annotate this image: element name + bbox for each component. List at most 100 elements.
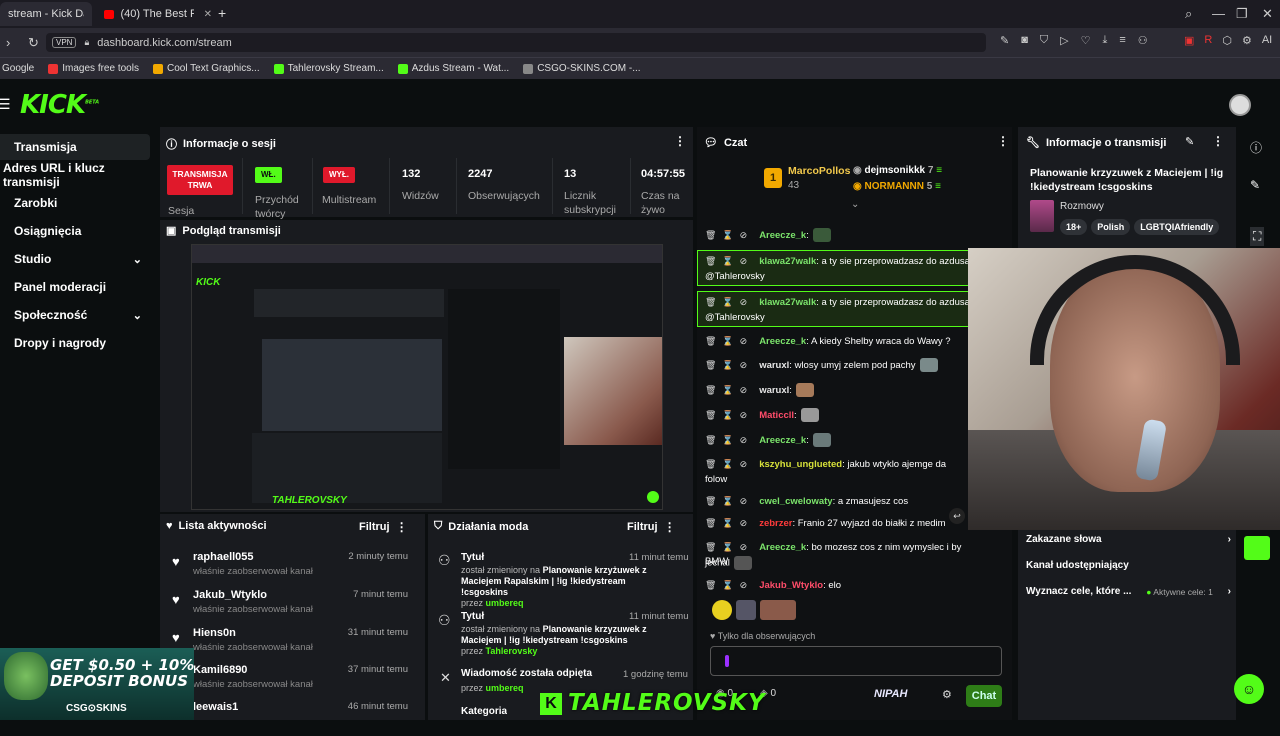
tab-youtube[interactable]: (40) The Best Party M... ✕ <box>96 2 220 26</box>
user-avatar[interactable] <box>1229 94 1251 116</box>
chat-username[interactable]: Jakub_Wtyklo <box>759 580 823 591</box>
bookmark[interactable]: Google <box>2 63 34 74</box>
mod-tools-icon[interactable]: 🗑︎⌛⊘ <box>705 360 753 370</box>
mod-tools-icon[interactable]: 🗑︎⌛⊘ <box>705 496 753 506</box>
sidebar-item-studio[interactable]: Studio ⌄ <box>0 246 150 272</box>
expand-icon[interactable]: ⛶ <box>1250 227 1265 246</box>
sidebar-item-earnings[interactable]: Zarobki <box>0 190 150 216</box>
gifter-3[interactable]: ◉ NORMANNN 5 ≡ <box>853 181 941 192</box>
bookmark[interactable]: Cool Text Graphics... <box>152 63 260 74</box>
chat-send-button[interactable]: Chat <box>966 685 1002 707</box>
more-options-icon[interactable]: ⋮ <box>664 520 676 534</box>
chat-username[interactable]: waruxl <box>759 385 789 396</box>
mod-tools-icon[interactable]: 🗑︎⌛⊘ <box>705 459 753 469</box>
mod-action-user[interactable]: Tahlerovsky <box>486 646 538 656</box>
mod-tools-icon[interactable]: 🗑︎⌛⊘ <box>705 230 753 240</box>
chat-username[interactable]: Maticcll <box>759 410 794 421</box>
emote-picker-label[interactable]: NIPAH <box>874 688 907 700</box>
heart-icon[interactable]: ♡ <box>1081 34 1091 47</box>
activity-user[interactable]: raphaell055 <box>193 551 254 563</box>
close-window-icon[interactable]: ✕ <box>1262 4 1273 23</box>
mod-tools-icon[interactable]: 🗑︎⌛⊘ <box>705 580 753 590</box>
profile-icon[interactable]: ⚇ <box>1138 34 1148 47</box>
mod-tools-icon[interactable]: 🗑︎⌛⊘ <box>705 518 753 528</box>
sidebar-item-achievements[interactable]: Osiągnięcia <box>0 218 150 244</box>
new-tab-icon[interactable]: + <box>218 5 226 21</box>
info-icon[interactable]: ⓘ <box>1250 139 1262 156</box>
edit-icon[interactable]: ✎ <box>1185 135 1194 148</box>
extension-icon[interactable]: ⚙ <box>1242 34 1252 47</box>
stream-preview-video[interactable]: KICK TAHLEROVSKY <box>191 244 663 510</box>
bookmark[interactable]: CSGO-SKINS.COM -... <box>523 63 641 74</box>
play-icon[interactable]: ▷ <box>1060 34 1068 47</box>
hamburger-menu-icon[interactable]: ☰ <box>0 96 11 113</box>
chat-username[interactable]: klawa27walk <box>759 256 816 267</box>
mod-tools-icon[interactable]: 🗑︎⌛⊘ <box>705 385 753 395</box>
activity-user[interactable]: Kamil6890 <box>193 664 247 676</box>
help-chat-icon[interactable]: ☺ <box>1234 674 1264 704</box>
chat-username[interactable]: cwel_cwelowaty <box>759 496 832 507</box>
activity-user[interactable]: Jakub_Wtyklo <box>193 589 267 601</box>
kick-logo[interactable]: KICKBETA <box>20 90 99 120</box>
more-options-icon[interactable]: ⋮ <box>396 520 408 534</box>
more-options-icon[interactable]: ⋮ <box>997 134 1009 148</box>
forward-icon[interactable]: › <box>6 33 10 52</box>
category-thumbnail[interactable] <box>1030 200 1054 232</box>
category-name[interactable]: Rozmowy <box>1060 201 1104 212</box>
reply-icon[interactable]: ↩ <box>949 508 965 524</box>
sidebar-item-stream-key[interactable]: Adres URL i klucz transmisji <box>0 161 158 189</box>
mod-tools-icon[interactable]: 🗑︎⌛⊘ <box>705 410 753 420</box>
chat-username[interactable]: klawa27walk <box>759 297 816 308</box>
gifter-2[interactable]: ◉ dejmsonikkk 7 ≡ <box>853 165 942 176</box>
mod-tools-icon[interactable]: 🗑︎⌛⊘ <box>705 256 753 266</box>
chat-username[interactable]: Areecze_k <box>759 336 806 347</box>
chat-username[interactable]: Areecze_k <box>759 230 806 241</box>
chat-username[interactable]: Areecze_k <box>759 435 806 446</box>
shared-channel-row[interactable]: Kanał udostępniający <box>1026 560 1231 571</box>
extension-icon[interactable]: ⬡ <box>1222 34 1232 47</box>
more-options-icon[interactable]: ⋮ <box>674 134 686 148</box>
banned-words-row[interactable]: Zakazane słowa › <box>1026 534 1231 545</box>
maximize-icon[interactable]: ❐ <box>1236 4 1248 23</box>
chat-username[interactable]: Areecze_k <box>759 542 806 553</box>
sidebar-item-moderation[interactable]: Panel moderacji <box>0 274 150 300</box>
edit-icon[interactable]: ✎ <box>1250 178 1260 192</box>
goals-row[interactable]: Wyznacz cele, które ... ● Aktywne cele: 1… <box>1026 586 1231 597</box>
mod-action-user[interactable]: umbereq <box>486 683 524 693</box>
mod-tools-icon[interactable]: 🗑︎⌛⊘ <box>705 297 753 307</box>
chat-username[interactable]: kszyhu_unglueted <box>759 459 842 470</box>
address-bar[interactable]: VPN 🔒︎ dashboard.kick.com/stream <box>46 33 986 52</box>
tag[interactable]: Polish <box>1091 219 1131 235</box>
extension-icon[interactable]: ▣ <box>1184 34 1194 47</box>
download-icon[interactable]: ⤓ <box>1102 34 1107 47</box>
vpn-badge[interactable]: VPN <box>52 37 77 48</box>
bookmark[interactable]: Images free tools <box>48 63 139 74</box>
chat-username[interactable]: waruxl <box>759 360 789 371</box>
mod-action-user[interactable]: umbereq <box>486 598 524 608</box>
mod-tools-icon[interactable]: 🗑︎⌛⊘ <box>705 542 753 552</box>
reload-icon[interactable]: ↻ <box>28 33 39 52</box>
tag[interactable]: 18+ <box>1060 219 1088 235</box>
top-gifter-name[interactable]: MarcoPollos <box>788 165 850 177</box>
tag[interactable]: LGBTQIAfriendly <box>1134 219 1220 235</box>
menu-icon[interactable]: ≡ <box>1119 34 1125 47</box>
extension-rail-icon[interactable] <box>1244 536 1270 560</box>
mod-filter-button[interactable]: Filtruj ⋮ <box>627 520 676 534</box>
camera-icon[interactable]: ◙ <box>1021 34 1028 47</box>
more-options-icon[interactable]: ⋮ <box>1212 134 1224 148</box>
activity-filter-button[interactable]: Filtruj ⋮ <box>359 520 408 534</box>
edit-icon[interactable]: ✎ <box>1000 34 1009 47</box>
ai-icon[interactable]: AI <box>1262 34 1272 47</box>
mod-tools-icon[interactable]: 🗑︎⌛⊘ <box>705 435 753 445</box>
activity-user[interactable]: Hiens0n <box>193 627 236 639</box>
bookmark[interactable]: Azdus Stream - Wat... <box>397 63 509 74</box>
gear-icon[interactable]: ⚙ <box>942 688 952 701</box>
shield-icon[interactable]: ⛉ <box>1040 34 1048 47</box>
collapse-icon[interactable]: ⌄ <box>851 199 859 210</box>
close-tab-icon[interactable]: ✕ <box>204 9 212 20</box>
bookmark[interactable]: Tahlerovsky Stream... <box>273 63 384 74</box>
chat-input[interactable] <box>710 646 1002 676</box>
sidebar-item-transmisja[interactable]: Transmisja <box>0 134 150 160</box>
chat-username[interactable]: zebrzer <box>759 518 792 529</box>
tab-kick-dashboard[interactable]: stream - Kick Dashboard <box>0 2 92 26</box>
